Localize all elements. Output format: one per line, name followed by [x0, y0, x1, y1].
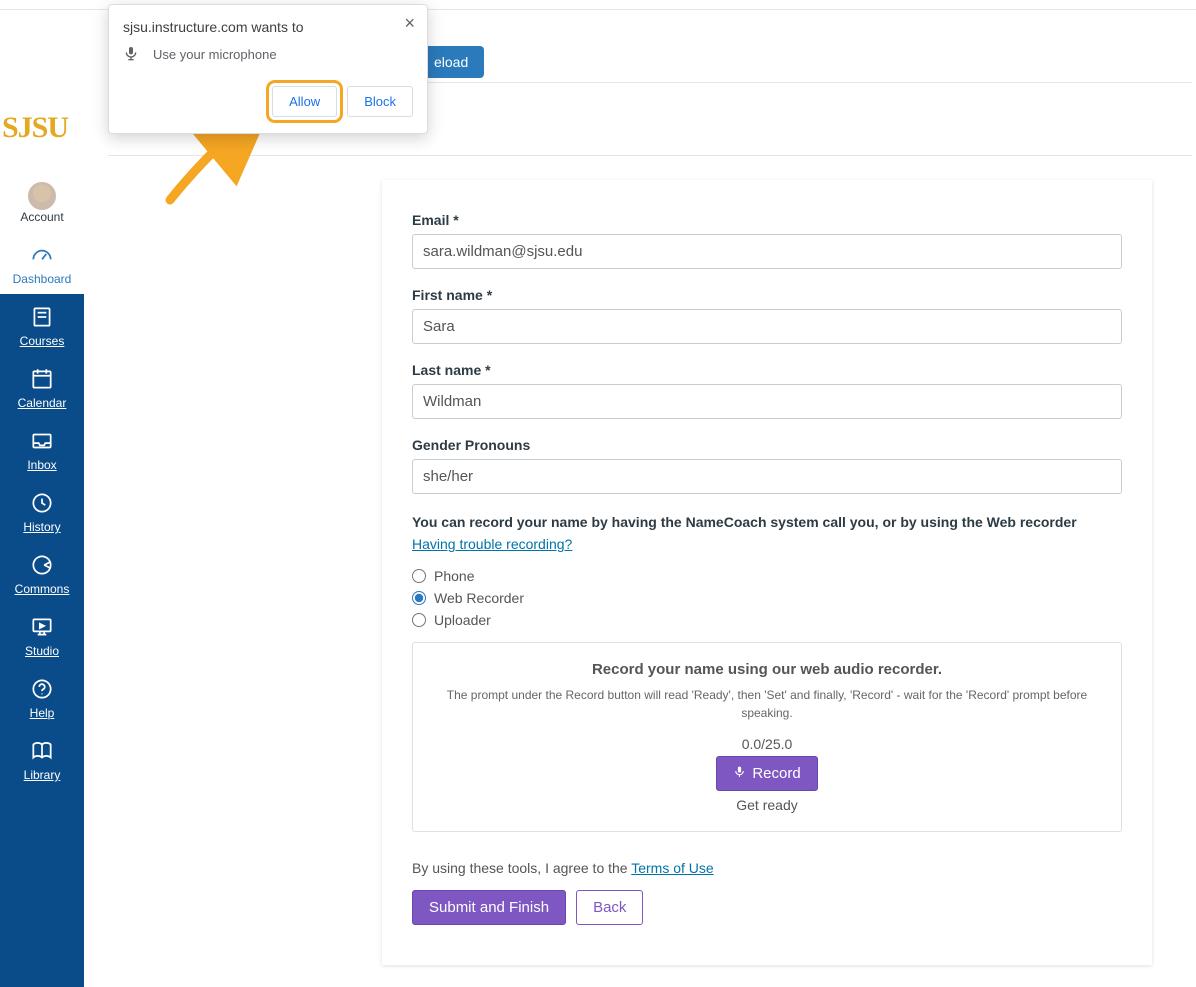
- sidebar-item-account[interactable]: Account: [0, 170, 84, 232]
- radio-web[interactable]: Web Recorder: [412, 590, 1122, 606]
- record-button-label: Record: [752, 765, 800, 782]
- permission-row: Use your microphone: [123, 45, 413, 64]
- sidebar-item-label: History: [23, 520, 60, 534]
- radio-label: Uploader: [434, 612, 491, 628]
- radio-phone[interactable]: Phone: [412, 568, 1122, 584]
- sidebar-item-label: Commons: [15, 582, 70, 596]
- permission-site-text: sjsu.instructure.com wants to: [123, 19, 413, 35]
- terms-row: By using these tools, I agree to the Ter…: [412, 860, 1122, 876]
- sidebar-item-label: Studio: [25, 644, 59, 658]
- sidebar-item-inbox[interactable]: Inbox: [0, 418, 84, 480]
- divider: [108, 155, 1192, 156]
- record-button[interactable]: Record: [716, 756, 817, 791]
- microphone-icon: [123, 45, 139, 64]
- allow-button[interactable]: Allow: [272, 86, 337, 117]
- terms-of-use-link[interactable]: Terms of Use: [631, 860, 713, 876]
- sidebar-item-label: Dashboard: [13, 272, 72, 286]
- email-label: Email *: [412, 212, 1122, 228]
- sidebar-item-courses[interactable]: Courses: [0, 294, 84, 356]
- global-nav: Account Dashboard Courses Calendar Inbox…: [0, 170, 84, 987]
- pronouns-label: Gender Pronouns: [412, 437, 1122, 453]
- block-button[interactable]: Block: [347, 86, 413, 117]
- sidebar-item-help[interactable]: Help: [0, 666, 84, 728]
- record-intro-text: You can record your name by having the N…: [412, 514, 1122, 530]
- sidebar-item-label: Inbox: [27, 458, 56, 472]
- firstname-field[interactable]: [412, 309, 1122, 344]
- recorder-description: The prompt under the Record button will …: [431, 686, 1103, 722]
- avatar-icon: [2, 180, 82, 206]
- firstname-label: First name *: [412, 287, 1122, 303]
- terms-prefix: By using these tools, I agree to the: [412, 860, 631, 876]
- sidebar-item-history[interactable]: History: [0, 480, 84, 542]
- sidebar-item-commons[interactable]: Commons: [0, 542, 84, 604]
- lastname-label: Last name *: [412, 362, 1122, 378]
- lastname-field[interactable]: [412, 384, 1122, 419]
- help-icon: [2, 676, 82, 702]
- permission-text: Use your microphone: [153, 47, 277, 62]
- sjsu-logo: SJSU: [2, 98, 68, 158]
- sidebar-item-label: Library: [24, 768, 61, 782]
- radio-uploader-input[interactable]: [412, 613, 426, 627]
- sidebar-item-label: Account: [20, 210, 63, 224]
- radio-label: Web Recorder: [434, 590, 524, 606]
- microphone-permission-popup: × sjsu.instructure.com wants to Use your…: [108, 4, 428, 134]
- calendar-icon: [2, 366, 82, 392]
- library-icon: [2, 738, 82, 764]
- sidebar-item-label: Help: [30, 706, 55, 720]
- studio-icon: [2, 614, 82, 640]
- radio-phone-input[interactable]: [412, 569, 426, 583]
- radio-uploader[interactable]: Uploader: [412, 612, 1122, 628]
- dashboard-icon: [2, 242, 82, 268]
- commons-icon: [2, 552, 82, 578]
- close-icon[interactable]: ×: [398, 11, 421, 36]
- sidebar-item-label: Courses: [20, 334, 65, 348]
- form-actions: Submit and Finish Back: [412, 890, 1122, 925]
- back-button[interactable]: Back: [576, 890, 643, 925]
- sidebar-item-dashboard[interactable]: Dashboard: [0, 232, 84, 294]
- recording-method-radios: Phone Web Recorder Uploader: [412, 568, 1122, 628]
- inbox-icon: [2, 428, 82, 454]
- recorder-timer: 0.0/25.0: [431, 736, 1103, 752]
- recorder-panel: Record your name using our web audio rec…: [412, 642, 1122, 832]
- sidebar-item-calendar[interactable]: Calendar: [0, 356, 84, 418]
- recorder-title: Record your name using our web audio rec…: [431, 661, 1103, 678]
- email-field[interactable]: [412, 234, 1122, 269]
- microphone-icon: [733, 765, 746, 782]
- sidebar-item-library[interactable]: Library: [0, 728, 84, 790]
- sidebar-item-studio[interactable]: Studio: [0, 604, 84, 666]
- submit-button[interactable]: Submit and Finish: [412, 890, 566, 925]
- sidebar-item-label: Calendar: [18, 396, 67, 410]
- radio-label: Phone: [434, 568, 474, 584]
- recorder-status: Get ready: [431, 797, 1103, 813]
- namecoach-form-card: Email * First name * Last name * Gender …: [382, 180, 1152, 965]
- history-icon: [2, 490, 82, 516]
- radio-web-input[interactable]: [412, 591, 426, 605]
- pronouns-field[interactable]: [412, 459, 1122, 494]
- trouble-recording-link[interactable]: Having trouble recording?: [412, 536, 572, 552]
- courses-icon: [2, 304, 82, 330]
- permission-actions: Allow Block: [123, 86, 413, 117]
